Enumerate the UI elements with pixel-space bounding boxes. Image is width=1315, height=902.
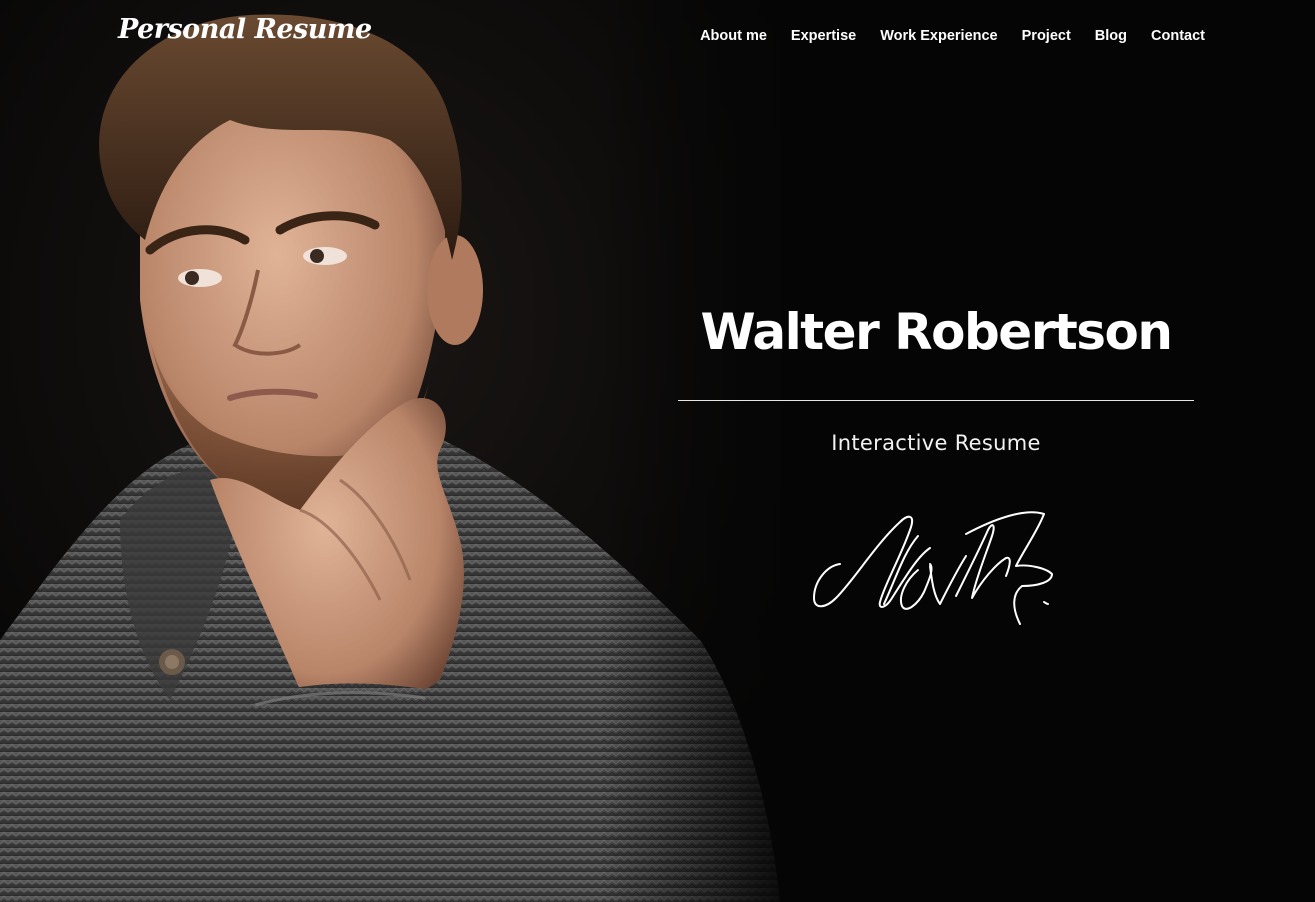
site-header: Personal Resume About me Expertise Work … — [0, 0, 1315, 80]
hero-subtitle: Interactive Resume — [831, 431, 1041, 455]
nav-blog[interactable]: Blog — [1095, 28, 1127, 44]
nav-expertise[interactable]: Expertise — [791, 28, 856, 44]
nav-contact[interactable]: Contact — [1151, 28, 1205, 44]
hero-name: Walter Robertson — [700, 303, 1173, 361]
nav-work-experience[interactable]: Work Experience — [880, 28, 997, 44]
hero-divider — [678, 400, 1194, 401]
site-logo[interactable]: Personal Resume — [118, 14, 372, 45]
main-nav: About me Expertise Work Experience Proje… — [676, 28, 1205, 44]
signature-icon — [813, 511, 1053, 625]
resume-landing-page: Personal Resume About me Expertise Work … — [0, 0, 1315, 902]
nav-project[interactable]: Project — [1022, 28, 1071, 44]
nav-about-me[interactable]: About me — [700, 28, 767, 44]
hero-section: Walter Robertson Interactive Resume — [678, 296, 1194, 455]
